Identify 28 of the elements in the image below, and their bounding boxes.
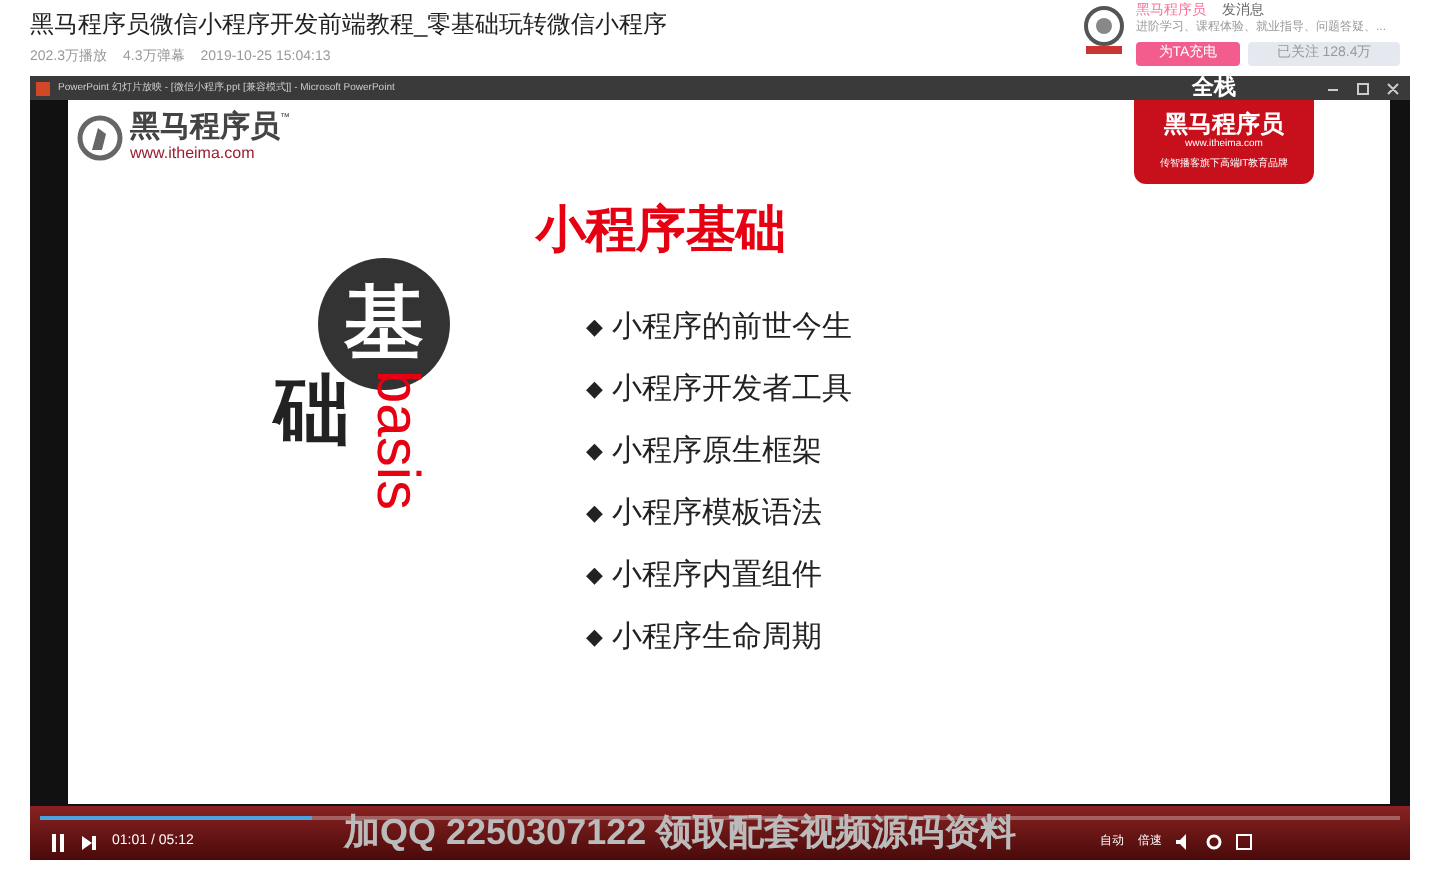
bullet-marker: ◆ xyxy=(586,499,602,530)
video-title: 黑马程序员微信小程序开发前端教程_零基础玩转微信小程序 xyxy=(30,8,670,42)
window-controls-icon[interactable] xyxy=(1324,81,1404,95)
overlay-text: 全栈 xyxy=(1192,76,1236,100)
fullscreen-icon[interactable] xyxy=(1236,834,1252,850)
bullet-text: 小程序的前世今生 xyxy=(612,307,852,348)
bullet-text: 小程序原生框架 xyxy=(612,431,822,472)
pause-icon[interactable] xyxy=(50,833,66,851)
bullet-text: 小程序模板语法 xyxy=(612,493,822,534)
bullet-marker: ◆ xyxy=(586,561,602,592)
bullet-marker: ◆ xyxy=(586,437,602,468)
bullet-marker: ◆ xyxy=(586,313,602,344)
slide-title: 小程序基础 xyxy=(536,200,786,260)
settings-icon[interactable] xyxy=(1206,834,1222,850)
badge-title: 黑马程序员 xyxy=(1164,112,1284,138)
bullet-marker: ◆ xyxy=(586,375,602,406)
video-banner-text: 加QQ 2250307122 领取配套视频源码资料 xyxy=(344,812,1017,854)
powerpoint-icon xyxy=(36,81,50,95)
bullet-text: 小程序生命周期 xyxy=(612,617,822,658)
logo-text: 黑马程序员 xyxy=(130,112,280,144)
next-icon[interactable] xyxy=(82,835,96,849)
bullet-marker: ◆ xyxy=(586,623,602,654)
slide-character: 础 xyxy=(274,372,350,452)
logo-url: www.itheima.com xyxy=(130,144,257,162)
bullet-text: 小程序内置组件 xyxy=(612,555,822,596)
bullet-text: 小程序开发者工具 xyxy=(612,369,852,410)
rotated-word: basis xyxy=(366,369,426,511)
volume-icon[interactable] xyxy=(1176,834,1192,850)
